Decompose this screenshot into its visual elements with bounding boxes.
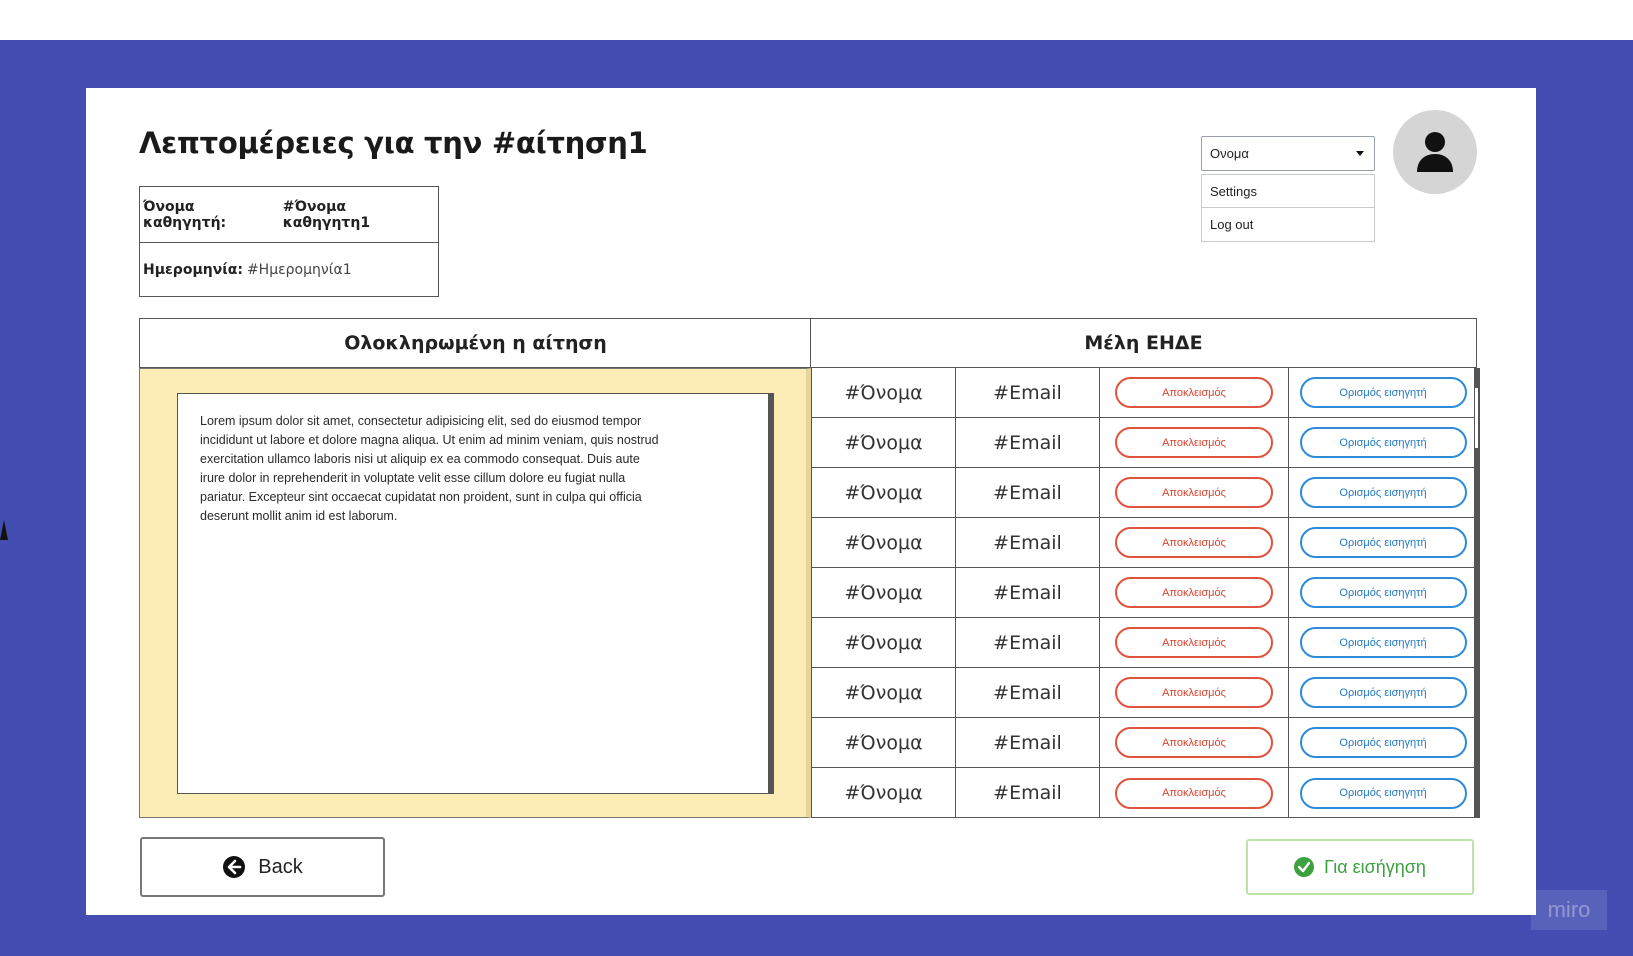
member-email: #Email [955,668,1099,717]
date-label: Ημερομηνία: [143,262,243,278]
member-email: #Email [955,368,1099,417]
exclude-cell: Αποκλεισμός [1099,718,1288,767]
user-dropdown-value: Ονομα [1210,146,1249,161]
exclude-button[interactable]: Αποκλεισμός [1115,777,1273,809]
member-name: #Όνομα [811,718,955,767]
submit-for-proposal-button[interactable]: Για εισήγηση [1246,839,1474,895]
assign-rapporteur-button[interactable]: Ορισμός εισηγητή [1299,427,1467,458]
request-text-area[interactable]: Lorem ipsum dolor sit amet, consectetur … [177,393,774,794]
member-name: #Όνομα [811,618,955,667]
exclude-cell: Αποκλεισμός [1099,768,1288,818]
table-row: #Όνομα #Email Αποκλεισμός Ορισμός εισηγη… [811,568,1478,618]
request-info-box: Όνομα καθηγητή: #Όνομα καθηγητη1 Ημερομη… [139,186,439,297]
user-menu: Ονομα Settings Log out [1201,136,1375,242]
exclude-cell: Αποκλεισμός [1099,418,1288,467]
professor-row: Όνομα καθηγητή: #Όνομα καθηγητη1 [140,187,438,242]
members-table: #Όνομα #Email Αποκλεισμός Ορισμός εισηγη… [811,368,1478,818]
table-row: #Όνομα #Email Αποκλεισμός Ορισμός εισηγη… [811,618,1478,668]
member-email: #Email [955,418,1099,467]
exclude-button[interactable]: Αποκλεισμός [1115,627,1273,658]
assign-cell: Ορισμός εισηγητή [1288,368,1477,417]
member-name: #Όνομα [811,418,955,467]
table-row: #Όνομα #Email Αποκλεισμός Ορισμός εισηγη… [811,768,1478,818]
table-row: #Όνομα #Email Αποκλεισμός Ορισμός εισηγη… [811,368,1478,418]
table-row: #Όνομα #Email Αποκλεισμός Ορισμός εισηγη… [811,718,1478,768]
assign-rapporteur-button[interactable]: Ορισμός εισηγητή [1299,577,1467,608]
member-email: #Email [955,518,1099,567]
assign-cell: Ορισμός εισηγητή [1288,618,1477,667]
member-name: #Όνομα [811,668,955,717]
assign-cell: Ορισμός εισηγητή [1288,668,1477,717]
request-details-card: Λεπτομέρειες για την #αίτηση1 Όνομα καθη… [86,88,1536,915]
arrow-left-circle-icon [223,856,246,878]
back-button[interactable]: Back [140,837,385,897]
member-email: #Email [955,468,1099,517]
professor-value: #Όνομα καθηγητη1 [282,198,371,231]
member-name: #Όνομα [811,518,955,567]
user-icon [1417,132,1453,172]
menu-item-settings[interactable]: Settings [1201,174,1375,208]
exclude-button[interactable]: Αποκλεισμός [1115,677,1273,708]
assign-cell: Ορισμός εισηγητή [1288,768,1477,818]
exclude-cell: Αποκλεισμός [1099,368,1288,417]
member-email: #Email [955,768,1099,818]
member-email: #Email [955,618,1099,667]
professor-label: Όνομα καθηγητή: [143,198,227,231]
exclude-button[interactable]: Αποκλεισμός [1115,527,1273,558]
menu-item-logout[interactable]: Log out [1201,208,1375,242]
assign-rapporteur-button[interactable]: Ορισμός εισηγητή [1299,777,1467,809]
exclude-cell: Αποκλεισμός [1099,668,1288,717]
table-row: #Όνομα #Email Αποκλεισμός Ορισμός εισηγη… [811,668,1478,718]
assign-cell: Ορισμός εισηγητή [1288,468,1477,517]
miro-watermark: miro [1531,890,1607,930]
committee-members-header: Μέλη ΕΗΔΕ [810,318,1477,368]
text-scrollbar-thumb[interactable] [765,410,768,454]
member-email: #Email [955,568,1099,617]
exclude-cell: Αποκλεισμός [1099,468,1288,517]
assign-rapporteur-button[interactable]: Ορισμός εισηγητή [1299,377,1467,408]
member-name: #Όνομα [811,568,955,617]
date-value: #Ημερομηνία1 [246,262,352,278]
exclude-cell: Αποκλεισμός [1099,568,1288,617]
exclude-button[interactable]: Αποκλεισμός [1115,577,1273,608]
edge-arrow-marker [0,520,8,540]
assign-rapporteur-button[interactable]: Ορισμός εισηγητή [1299,677,1467,708]
table-row: #Όνομα #Email Αποκλεισμός Ορισμός εισηγη… [811,468,1478,518]
assign-cell: Ορισμός εισηγητή [1288,718,1477,767]
table-row: #Όνομα #Email Αποκλεισμός Ορισμός εισηγη… [811,518,1478,568]
table-row: #Όνομα #Email Αποκλεισμός Ορισμός εισηγη… [811,418,1478,468]
exclude-cell: Αποκλεισμός [1099,518,1288,567]
back-button-label: Back [258,855,303,878]
submit-button-label: Για εισήγηση [1324,856,1426,877]
exclude-cell: Αποκλεισμός [1099,618,1288,667]
assign-rapporteur-button[interactable]: Ορισμός εισηγητή [1299,727,1467,758]
user-dropdown[interactable]: Ονομα [1201,136,1375,171]
exclude-button[interactable]: Αποκλεισμός [1115,477,1273,508]
exclude-button[interactable]: Αποκλεισμός [1115,727,1273,758]
assign-rapporteur-button[interactable]: Ορισμός εισηγητή [1299,627,1467,658]
page-title: Λεπτομέρειες για την #αίτηση1 [139,126,648,160]
member-name: #Όνομα [811,368,955,417]
caret-down-icon [1356,151,1364,156]
request-text: Lorem ipsum dolor sit amet, consectetur … [200,414,659,523]
assign-cell: Ορισμός εισηγητή [1288,418,1477,467]
assign-cell: Ορισμός εισηγητή [1288,518,1477,567]
completed-request-panel: Lorem ipsum dolor sit amet, consectetur … [139,368,812,818]
exclude-button[interactable]: Αποκλεισμός [1115,427,1273,458]
member-name: #Όνομα [811,468,955,517]
date-row: Ημερομηνία: #Ημερομηνία1 [140,242,438,297]
assign-cell: Ορισμός εισηγητή [1288,568,1477,617]
members-scrollbar-thumb[interactable] [1475,388,1478,448]
member-email: #Email [955,718,1099,767]
assign-rapporteur-button[interactable]: Ορισμός εισηγητή [1299,527,1467,558]
check-circle-icon [1294,857,1315,877]
avatar[interactable] [1393,110,1477,194]
completed-request-header: Ολοκληρωμένη η αίτηση [139,318,812,368]
assign-rapporteur-button[interactable]: Ορισμός εισηγητή [1299,477,1467,508]
exclude-button[interactable]: Αποκλεισμός [1115,377,1273,408]
member-name: #Όνομα [811,768,955,818]
